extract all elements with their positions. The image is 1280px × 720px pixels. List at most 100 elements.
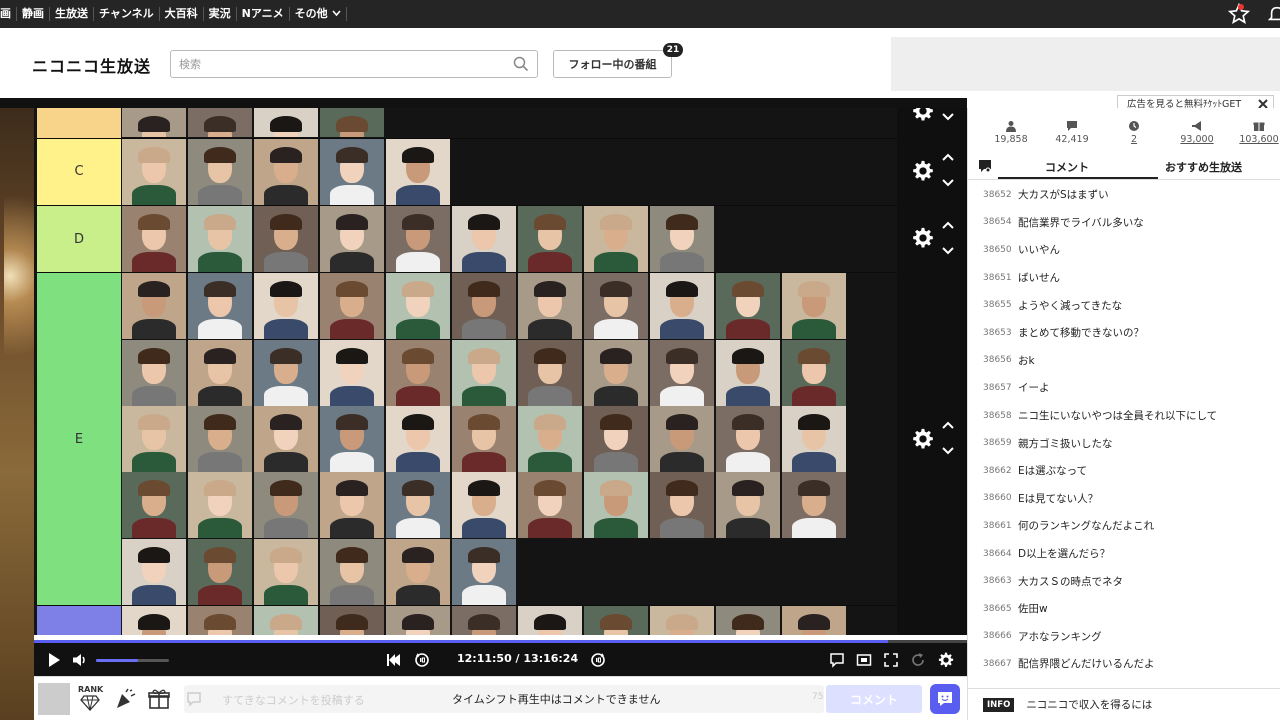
program-thumbnail[interactable] <box>38 683 70 715</box>
gear-icon[interactable] <box>912 428 934 450</box>
portrait-thumbnail[interactable] <box>584 472 648 538</box>
portrait-thumbnail[interactable] <box>122 406 186 472</box>
comment-row[interactable]: 38654 配信業界でライバル多いな <box>968 209 1280 237</box>
comment-row[interactable]: 38659 親方ゴミ扱いしたな <box>968 429 1280 457</box>
search-icon[interactable] <box>513 56 529 72</box>
portrait-thumbnail[interactable] <box>452 472 516 538</box>
portrait-thumbnail[interactable] <box>254 340 318 406</box>
portrait-thumbnail[interactable] <box>320 206 384 272</box>
comment-row[interactable]: 38656 おk <box>968 347 1280 375</box>
portrait-thumbnail[interactable] <box>782 472 846 538</box>
site-logo[interactable]: ニコニコ生放送 <box>32 53 151 77</box>
comment-toggle-icon[interactable] <box>829 652 845 668</box>
portrait-thumbnail[interactable] <box>320 539 384 605</box>
portrait-thumbnail[interactable] <box>386 406 450 472</box>
portrait-thumbnail[interactable] <box>254 472 318 538</box>
portrait-thumbnail[interactable] <box>452 340 516 406</box>
portrait-thumbnail[interactable] <box>518 273 582 339</box>
header-ad[interactable] <box>891 37 1280 91</box>
portrait-thumbnail[interactable] <box>122 340 186 406</box>
nav-item-live[interactable]: 生放送 <box>50 7 94 21</box>
comment-row[interactable]: 38651 ばいせん <box>968 264 1280 292</box>
tab-comments[interactable]: コメント <box>1045 159 1089 175</box>
portrait-thumbnail[interactable] <box>782 406 846 472</box>
portrait-thumbnail[interactable] <box>254 206 318 272</box>
nav-item-seiga[interactable]: 静画 <box>17 7 50 21</box>
portrait-thumbnail[interactable] <box>650 340 714 406</box>
portrait-thumbnail[interactable] <box>386 606 450 635</box>
portrait-thumbnail[interactable] <box>188 472 252 538</box>
comment-submit-button[interactable]: コメント <box>826 685 922 713</box>
portrait-thumbnail[interactable] <box>122 606 186 635</box>
portrait-thumbnail[interactable] <box>584 206 648 272</box>
play-icon[interactable] <box>46 652 62 668</box>
portrait-thumbnail[interactable] <box>188 539 252 605</box>
comment-row[interactable]: 38662 Eは選ぶなって <box>968 457 1280 485</box>
portrait-thumbnail[interactable] <box>584 273 648 339</box>
portrait-thumbnail[interactable] <box>716 472 780 538</box>
comment-row[interactable]: 38658 ニコ生にいないやつは全員それ以下にして <box>968 402 1280 430</box>
gift-icon[interactable] <box>148 688 170 710</box>
portrait-thumbnail[interactable] <box>188 406 252 472</box>
portrait-thumbnail[interactable] <box>254 539 318 605</box>
comment-row[interactable]: 38667 配信界隈どんだけいるんだよ <box>968 650 1280 678</box>
following-programs-button[interactable]: フォロー中の番組 <box>553 50 672 78</box>
portrait-thumbnail[interactable] <box>452 606 516 635</box>
portrait-thumbnail[interactable] <box>452 273 516 339</box>
portrait-thumbnail[interactable] <box>518 206 582 272</box>
portrait-thumbnail[interactable] <box>188 108 252 137</box>
portrait-thumbnail[interactable] <box>518 606 582 635</box>
portrait-thumbnail[interactable] <box>254 139 318 205</box>
stat-timeshift[interactable]: 2 <box>1103 120 1165 145</box>
portrait-thumbnail[interactable] <box>650 206 714 272</box>
portrait-thumbnail[interactable] <box>386 273 450 339</box>
nav-item-more[interactable]: その他 <box>290 7 347 21</box>
portrait-thumbnail[interactable] <box>386 139 450 205</box>
volume-icon[interactable] <box>72 652 88 668</box>
party-popper-icon[interactable] <box>114 688 136 710</box>
portrait-thumbnail[interactable] <box>584 606 648 635</box>
search-input[interactable] <box>171 51 501 77</box>
info-bar[interactable]: INFO ニコニコで収入を得るには <box>968 688 1280 720</box>
portrait-thumbnail[interactable] <box>122 108 186 137</box>
portrait-thumbnail[interactable] <box>782 606 846 635</box>
volume-slider[interactable] <box>96 659 169 662</box>
stat-ads[interactable]: 93,000 <box>1166 120 1228 145</box>
comment-row[interactable]: 38657 イーよ <box>968 374 1280 402</box>
portrait-thumbnail[interactable] <box>122 139 186 205</box>
portrait-thumbnail[interactable] <box>254 108 318 137</box>
portrait-thumbnail[interactable] <box>782 273 846 339</box>
portrait-thumbnail[interactable] <box>122 273 186 339</box>
portrait-thumbnail[interactable] <box>320 606 384 635</box>
portrait-thumbnail[interactable] <box>320 406 384 472</box>
nav-item-dic[interactable]: 大百科 <box>160 7 204 21</box>
comment-list[interactable]: 38652 大カスがSはまずい 38654 配信業界でライバル多いな 38650 いいやん… <box>968 181 1280 678</box>
rank-label[interactable]: RANK <box>78 685 103 694</box>
stat-gifts[interactable]: 103,600 <box>1228 120 1280 145</box>
portrait-thumbnail[interactable] <box>188 606 252 635</box>
video-player[interactable]: C D E <box>34 108 967 635</box>
chevron-down-icon[interactable] <box>941 178 955 188</box>
portrait-thumbnail[interactable] <box>320 139 384 205</box>
portrait-thumbnail[interactable] <box>716 273 780 339</box>
portrait-thumbnail[interactable] <box>716 340 780 406</box>
portrait-thumbnail[interactable] <box>188 206 252 272</box>
settings-gear-icon[interactable] <box>938 652 954 668</box>
portrait-thumbnail[interactable] <box>782 340 846 406</box>
portrait-thumbnail[interactable] <box>716 606 780 635</box>
portrait-thumbnail[interactable] <box>650 606 714 635</box>
comment-row[interactable]: 38653 まとめて移動できないの？ <box>968 319 1280 347</box>
portrait-thumbnail[interactable] <box>188 273 252 339</box>
skip-back-icon[interactable] <box>386 652 402 668</box>
portrait-thumbnail[interactable] <box>254 606 318 635</box>
comment-row[interactable]: 38650 いいやん <box>968 236 1280 264</box>
comment-row[interactable]: 38666 アホなランキング <box>968 623 1280 651</box>
portrait-thumbnail[interactable] <box>254 273 318 339</box>
portrait-thumbnail[interactable] <box>386 340 450 406</box>
portrait-thumbnail[interactable] <box>518 472 582 538</box>
portrait-thumbnail[interactable] <box>386 539 450 605</box>
chat-bubble-icon[interactable] <box>978 159 992 173</box>
gear-icon[interactable] <box>912 227 934 249</box>
portrait-thumbnail[interactable] <box>452 406 516 472</box>
emoji-button[interactable] <box>930 684 960 714</box>
